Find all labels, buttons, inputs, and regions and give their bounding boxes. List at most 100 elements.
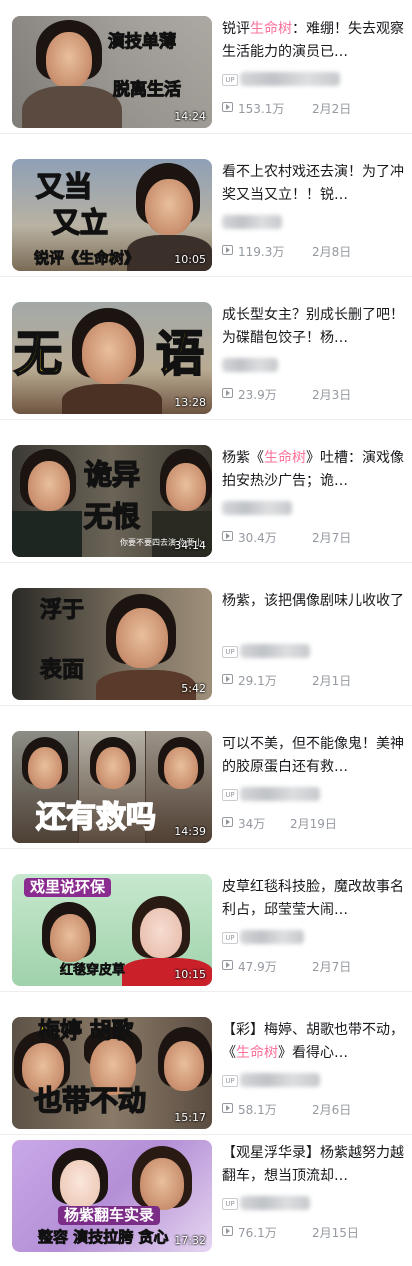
video-card[interactable]: 杨紫翻车实录 整容 演技拉胯 贪心 17:32 【观星浮华录】杨紫越努力越翻车，… [0, 1130, 412, 1266]
thumbnail-caption: 又当 [35, 170, 93, 203]
video-title[interactable]: 皮草红毯科技脸，魔改故事名利占，邱莹莹大闹… [222, 876, 404, 922]
upload-date: 2月2日 [312, 102, 352, 116]
upload-date: 2月1日 [312, 674, 352, 688]
up-badge: UP [222, 932, 238, 944]
uploader-name-blurred[interactable] [240, 930, 304, 944]
thumbnail-caption: 戏里说环保 [24, 878, 112, 897]
up-badge: UP [222, 646, 238, 658]
title-text: 锐评 [222, 21, 250, 37]
thumbnail-caption: 整容 演技拉胯 贪心 [38, 1228, 169, 1246]
video-title[interactable]: 可以不美，但不能像鬼！美神的胶原蛋白还有救… [222, 733, 404, 779]
video-title[interactable]: 【观星浮华录】杨紫越努力越翻车，想当顶流却… [222, 1142, 404, 1188]
uploader-name-blurred[interactable] [240, 644, 310, 658]
video-thumbnail[interactable]: 又当 又立 锐评《生命树》 10:05 [12, 159, 212, 271]
uploader-name-blurred[interactable] [222, 215, 282, 229]
video-meta: UP 47.9万 2月7日 [222, 930, 404, 976]
thumbnail-caption: 红毯穿皮草 [60, 963, 126, 978]
video-thumbnail[interactable]: 无 语 13:28 [12, 302, 212, 414]
view-count: 47.9万 [238, 960, 277, 974]
video-meta: 119.3万 2月8日 [222, 215, 404, 261]
upload-date: 2月7日 [312, 960, 352, 974]
video-card[interactable]: 无 语 13:28 成长型女主？别成长删了吧！为碟醋包饺子！杨… 23.9万 2… [0, 286, 412, 420]
uploader-name-blurred[interactable] [240, 1073, 320, 1087]
video-thumbnail[interactable]: 诡异 无恨 你要不要四去演 你要小 34:14 [12, 445, 212, 557]
video-meta: UP 29.1万 2月1日 [222, 644, 404, 690]
thumbnail-caption: 脱离生活 [113, 80, 182, 100]
thumbnail-caption: 表面 [39, 658, 85, 683]
thumbnail-caption: 无恨 [83, 500, 141, 533]
view-count: 30.4万 [238, 531, 277, 545]
upload-date: 2月6日 [312, 1103, 352, 1117]
thumbnail-caption: 无 [13, 326, 63, 382]
video-title[interactable]: 看不上农村戏还去演！为了冲奖又当又立！！锐… [222, 161, 404, 207]
thumbnail-caption: 浮于 [39, 598, 85, 623]
up-badge: UP [222, 74, 238, 86]
view-count: 23.9万 [238, 388, 277, 402]
thumbnail-caption: 演技单薄 [108, 32, 177, 52]
video-title[interactable]: 锐评生命树：难绷！失去观察生活能力的演员已… [222, 18, 404, 64]
video-card[interactable]: 戏里说环保 红毯穿皮草 10:15 皮草红毯科技脸，魔改故事名利占，邱莹莹大闹…… [0, 858, 412, 992]
play-count-icon [222, 674, 233, 684]
thumbnail-caption: 杨紫翻车实录 [58, 1206, 161, 1225]
title-text: 皮草红毯科技脸，魔改故事名利占，邱莹莹大闹… [222, 879, 404, 918]
play-count-icon [222, 388, 233, 398]
title-highlight: 生命树 [264, 450, 306, 466]
video-meta: UP 76.1万 2月15日 [222, 1196, 404, 1242]
video-meta: 23.9万 2月3日 [222, 358, 404, 404]
title-text: 可以不美，但不能像鬼！美神的胶原蛋白还有救… [222, 736, 404, 775]
video-duration: 14:39 [174, 825, 206, 838]
thumbnail-caption: 锐评《生命树》 [34, 249, 140, 267]
thumbnail-caption: 又立 [51, 206, 109, 239]
play-count-icon [222, 531, 233, 541]
video-thumbnail[interactable]: 演技单薄 脱离生活 14:24 [12, 16, 212, 128]
video-meta: UP 58.1万 2月6日 [222, 1073, 404, 1119]
video-meta: UP 153.1万 2月2日 [222, 72, 404, 118]
thumbnail-caption: 语 [155, 326, 205, 382]
video-title[interactable]: 【彩】梅婷、胡歌也带不动，《生命树》看得心… [222, 1019, 404, 1065]
video-duration: 15:17 [174, 1111, 206, 1124]
video-title[interactable]: 成长型女主？别成长删了吧！为碟醋包饺子！杨… [222, 304, 404, 350]
uploader-name-blurred[interactable] [240, 787, 320, 801]
title-text: 【观星浮华录】杨紫越努力越翻车，想当顶流却… [222, 1145, 404, 1184]
video-card[interactable]: 浮于 表面 5:42 杨紫，该把偶像剧味儿收收了 UP 29.1万 2月1日 [0, 572, 412, 706]
view-count: 76.1万 [238, 1226, 277, 1240]
title-highlight: 生命树 [250, 21, 292, 37]
video-list: 演技单薄 脱离生活 14:24 锐评生命树：难绷！失去观察生活能力的演员已… U… [0, 0, 412, 1266]
video-card[interactable]: 又当 又立 锐评《生命树》 10:05 看不上农村戏还去演！为了冲奖又当又立！！… [0, 143, 412, 277]
uploader-name-blurred[interactable] [222, 358, 278, 372]
video-card[interactable]: 诡异 无恨 你要不要四去演 你要小 34:14 杨紫《生命树》吐槽：演戏像拍安热… [0, 429, 412, 563]
video-thumbnail[interactable]: 杨紫翻车实录 整容 演技拉胯 贪心 17:32 [12, 1140, 212, 1252]
upload-date: 2月7日 [312, 531, 352, 545]
title-text: 杨紫，该把偶像剧味儿收收了 [222, 593, 404, 609]
thumbnail-caption: 梅婷 胡歌 [38, 1019, 135, 1044]
upload-date: 2月19日 [290, 817, 337, 831]
video-duration: 34:14 [174, 539, 206, 552]
uploader-name-blurred[interactable] [240, 72, 340, 86]
video-meta: UP 34万 2月19日 [222, 787, 404, 833]
video-thumbnail[interactable]: 还有救吗 14:39 [12, 731, 212, 843]
video-thumbnail[interactable]: 戏里说环保 红毯穿皮草 10:15 [12, 874, 212, 986]
video-duration: 17:32 [174, 1234, 206, 1247]
upload-date: 2月3日 [312, 388, 352, 402]
video-card[interactable]: 梅婷 胡歌 也带不动 15:17 【彩】梅婷、胡歌也带不动，《生命树》看得心… … [0, 1001, 412, 1135]
view-count: 29.1万 [238, 674, 277, 688]
video-thumbnail[interactable]: 浮于 表面 5:42 [12, 588, 212, 700]
uploader-name-blurred[interactable] [222, 501, 292, 515]
play-count-icon [222, 960, 233, 970]
video-duration: 10:15 [174, 968, 206, 981]
thumbnail-caption: 还有救吗 [35, 800, 157, 835]
video-card[interactable]: 还有救吗 14:39 可以不美，但不能像鬼！美神的胶原蛋白还有救… UP 34万… [0, 715, 412, 849]
view-count: 119.3万 [238, 245, 285, 259]
video-card[interactable]: 演技单薄 脱离生活 14:24 锐评生命树：难绷！失去观察生活能力的演员已… U… [0, 0, 412, 134]
up-badge: UP [222, 789, 238, 801]
video-title[interactable]: 杨紫，该把偶像剧味儿收收了 [222, 590, 404, 613]
thumbnail-caption: 诡异 [83, 458, 141, 491]
video-title[interactable]: 杨紫《生命树》吐槽：演戏像拍安热沙广告；诡… [222, 447, 404, 493]
play-count-icon [222, 1103, 233, 1113]
view-count: 34万 [238, 817, 266, 831]
play-count-icon [222, 245, 233, 255]
view-count: 58.1万 [238, 1103, 277, 1117]
uploader-name-blurred[interactable] [240, 1196, 310, 1210]
play-count-icon [222, 102, 233, 112]
video-thumbnail[interactable]: 梅婷 胡歌 也带不动 15:17 [12, 1017, 212, 1129]
